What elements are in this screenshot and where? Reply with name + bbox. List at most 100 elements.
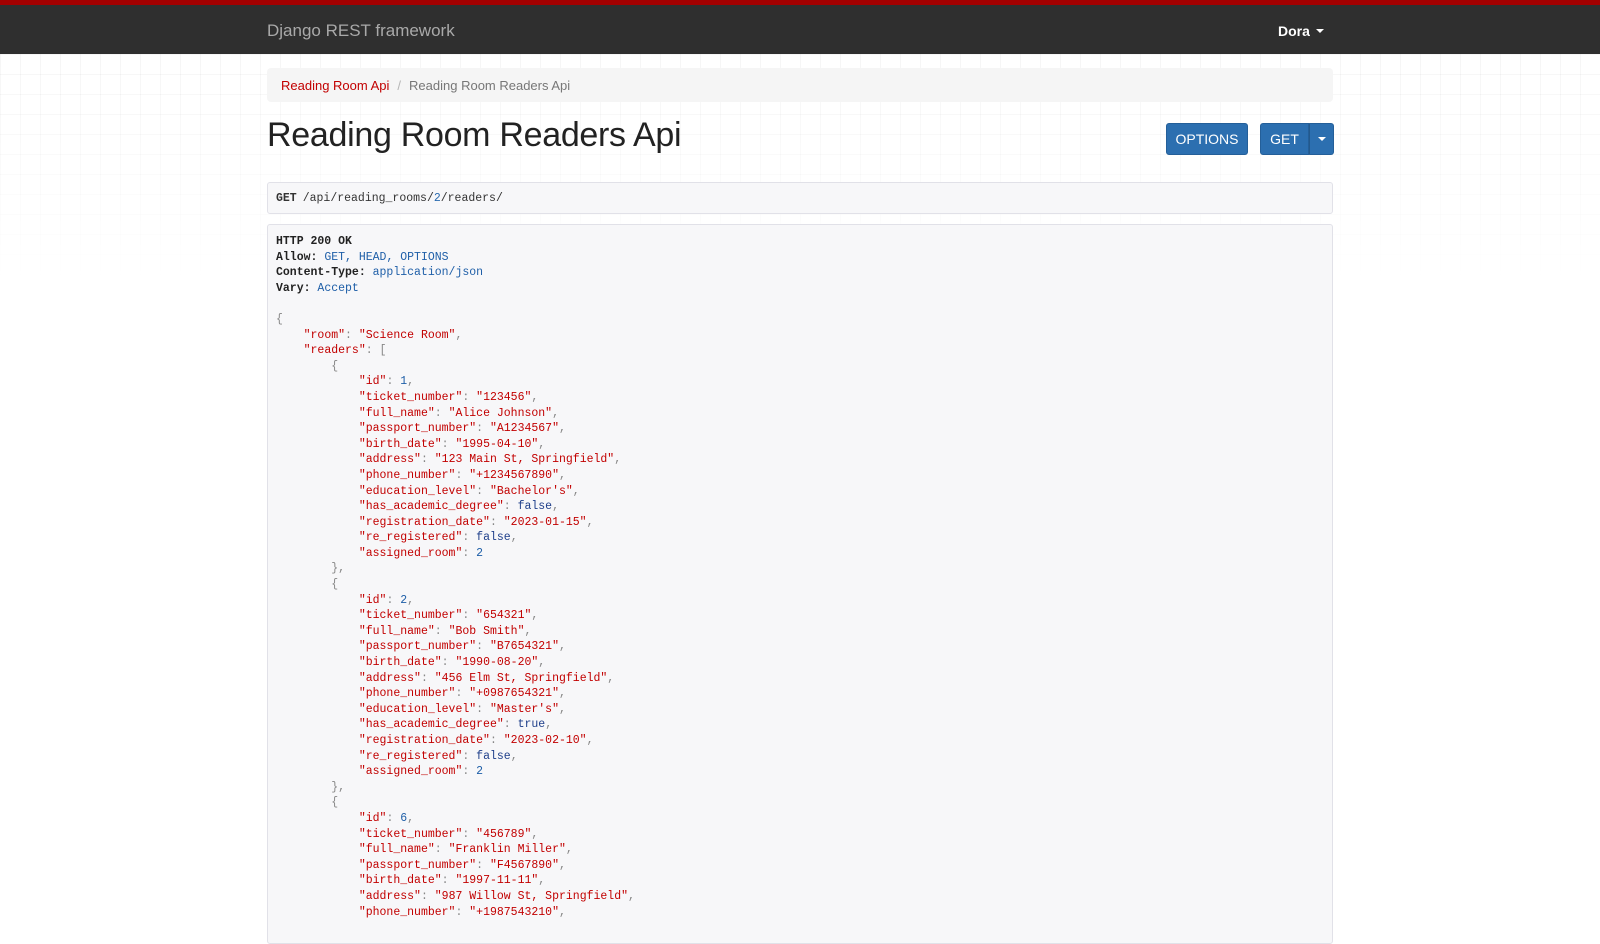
json-value: true	[517, 718, 546, 732]
json-key: "re_registered"	[358, 531, 463, 545]
json-line: "birth_date": "1997-11-11",	[358, 874, 546, 888]
json-line: "assigned_room": 2	[358, 546, 484, 560]
json-line: "full_name": "Bob Smith",	[358, 624, 532, 638]
json-value: false	[517, 500, 553, 514]
json-key: "education_level"	[358, 484, 477, 498]
breadcrumb: Reading Room Api / Reading Room Readers …	[267, 68, 1333, 102]
page-title: Reading Room Readers Api	[267, 116, 682, 154]
json-key: "has_academic_degree"	[358, 500, 504, 514]
title-row: Reading Room Readers Api OPTIONS GET	[267, 112, 1334, 174]
json-line: "registration_date": "2023-01-15",	[358, 515, 594, 529]
json-value: "+1987543210"	[469, 905, 559, 919]
brand-link[interactable]: Django REST framework	[267, 21, 455, 41]
json-key: "id"	[358, 593, 387, 607]
get-button[interactable]: GET	[1260, 123, 1309, 155]
options-button[interactable]: OPTIONS	[1166, 123, 1248, 155]
json-value: "F4567890"	[489, 858, 559, 872]
json-line: "phone_number": "+0987654321",	[358, 687, 566, 701]
json-value: "Master's"	[489, 702, 559, 716]
response-header-name: Content-Type:	[276, 266, 366, 280]
json-line: "address": "987 Willow St, Springfield",	[358, 889, 635, 903]
json-value: "+1234567890"	[469, 468, 559, 482]
json-line: "passport_number": "F4567890",	[358, 858, 566, 872]
json-key: "re_registered"	[358, 749, 463, 763]
json-key: "passport_number"	[358, 640, 477, 654]
json-value: "B7654321"	[489, 640, 559, 654]
breadcrumb-link-reading-room-api[interactable]: Reading Room Api	[281, 78, 389, 93]
json-key: "id"	[358, 811, 387, 825]
json-value: "2023-01-15"	[503, 515, 587, 529]
json-line: "re_registered": false,	[358, 749, 518, 763]
json-line: "birth_date": "1995-04-10",	[358, 437, 546, 451]
json-line: "education_level": "Bachelor's",	[358, 484, 580, 498]
json-value: "Bob Smith"	[448, 624, 525, 638]
response-header-value: Accept	[317, 281, 359, 295]
json-key: "assigned_room"	[358, 765, 463, 779]
json-key: "registration_date"	[358, 734, 490, 747]
json-line: "birth_date": "1990-08-20",	[358, 656, 546, 670]
request-info: GET /api/reading_rooms/2/readers/	[267, 182, 1333, 214]
json-key: "phone_number"	[358, 905, 456, 919]
response-header-name: Allow:	[276, 250, 318, 264]
json-key: "birth_date"	[358, 437, 442, 451]
json-key: "birth_date"	[358, 874, 442, 888]
response-status: HTTP 200 OK	[276, 235, 352, 248]
json-value: 2	[476, 765, 484, 779]
json-key: "birth_date"	[358, 656, 442, 670]
json-value: "1990-08-20"	[455, 656, 539, 670]
breadcrumb-separator: /	[397, 77, 402, 93]
response-header-name: Vary:	[276, 281, 311, 295]
json-key: "phone_number"	[358, 687, 456, 701]
json-line: "ticket_number": "654321",	[358, 609, 539, 623]
request-path-id: 2	[433, 191, 441, 205]
json-key: "full_name"	[358, 406, 435, 420]
json-key: "ticket_number"	[358, 827, 463, 841]
json-key: "id"	[358, 375, 387, 389]
json-key: "assigned_room"	[358, 546, 463, 560]
json-value: "Alice Johnson"	[448, 406, 553, 420]
chevron-down-icon	[1317, 137, 1326, 141]
json-key: "passport_number"	[358, 858, 477, 872]
json-value: "654321"	[476, 609, 532, 623]
json-line: "registration_date": "2023-02-10",	[358, 734, 594, 747]
json-line: "room": "Science Room",	[303, 328, 463, 342]
user-menu[interactable]: Dora	[1278, 23, 1324, 39]
main-content: Reading Room Api / Reading Room Readers …	[267, 68, 1334, 944]
json-line: "readers": [	[303, 344, 387, 358]
json-value: false	[476, 531, 511, 545]
response-header-value: GET, HEAD, OPTIONS	[324, 250, 449, 264]
json-line: "full_name": "Alice Johnson",	[358, 406, 559, 420]
request-path-prefix: /api/reading_rooms/	[302, 191, 434, 205]
json-value: false	[476, 749, 511, 763]
json-value: "2023-02-10"	[503, 734, 587, 747]
json-line: },	[331, 562, 346, 576]
json-value: "123 Main St, Springfield"	[434, 453, 615, 467]
request-method: GET	[276, 191, 297, 205]
json-value: "1995-04-10"	[455, 437, 539, 451]
json-value: "987 Willow St, Springfield"	[434, 889, 628, 903]
request-path-suffix: /readers/	[440, 191, 503, 205]
json-line: "id": 2,	[358, 593, 415, 607]
json-line: {	[331, 796, 339, 810]
json-line: },	[331, 780, 346, 794]
json-line: "passport_number": "A1234567",	[358, 422, 566, 436]
json-key: "full_name"	[358, 843, 435, 857]
json-key: "education_level"	[358, 702, 477, 716]
get-format-dropdown-button[interactable]	[1309, 123, 1334, 155]
json-line: {	[276, 312, 283, 326]
json-line: "ticket_number": "123456",	[358, 390, 539, 404]
json-key: "address"	[358, 889, 421, 903]
json-key: "readers"	[303, 344, 366, 358]
json-line: "re_registered": false,	[358, 531, 518, 545]
json-key: "address"	[358, 453, 421, 467]
response-body: HTTP 200 OK Allow: GET, HEAD, OPTIONS Cont…	[267, 224, 1333, 944]
json-key: "ticket_number"	[358, 609, 463, 623]
json-line: "full_name": "Franklin Miller",	[358, 843, 573, 857]
json-line: "passport_number": "B7654321",	[358, 640, 566, 654]
json-value: "Bachelor's"	[489, 484, 573, 498]
json-line: "has_academic_degree": true,	[358, 718, 553, 732]
json-content: { "room": "Science Room", "readers": [ {…	[276, 312, 1324, 920]
json-value: "A1234567"	[489, 422, 559, 436]
json-value: "1997-11-11"	[455, 874, 539, 888]
json-key: "full_name"	[358, 624, 435, 638]
